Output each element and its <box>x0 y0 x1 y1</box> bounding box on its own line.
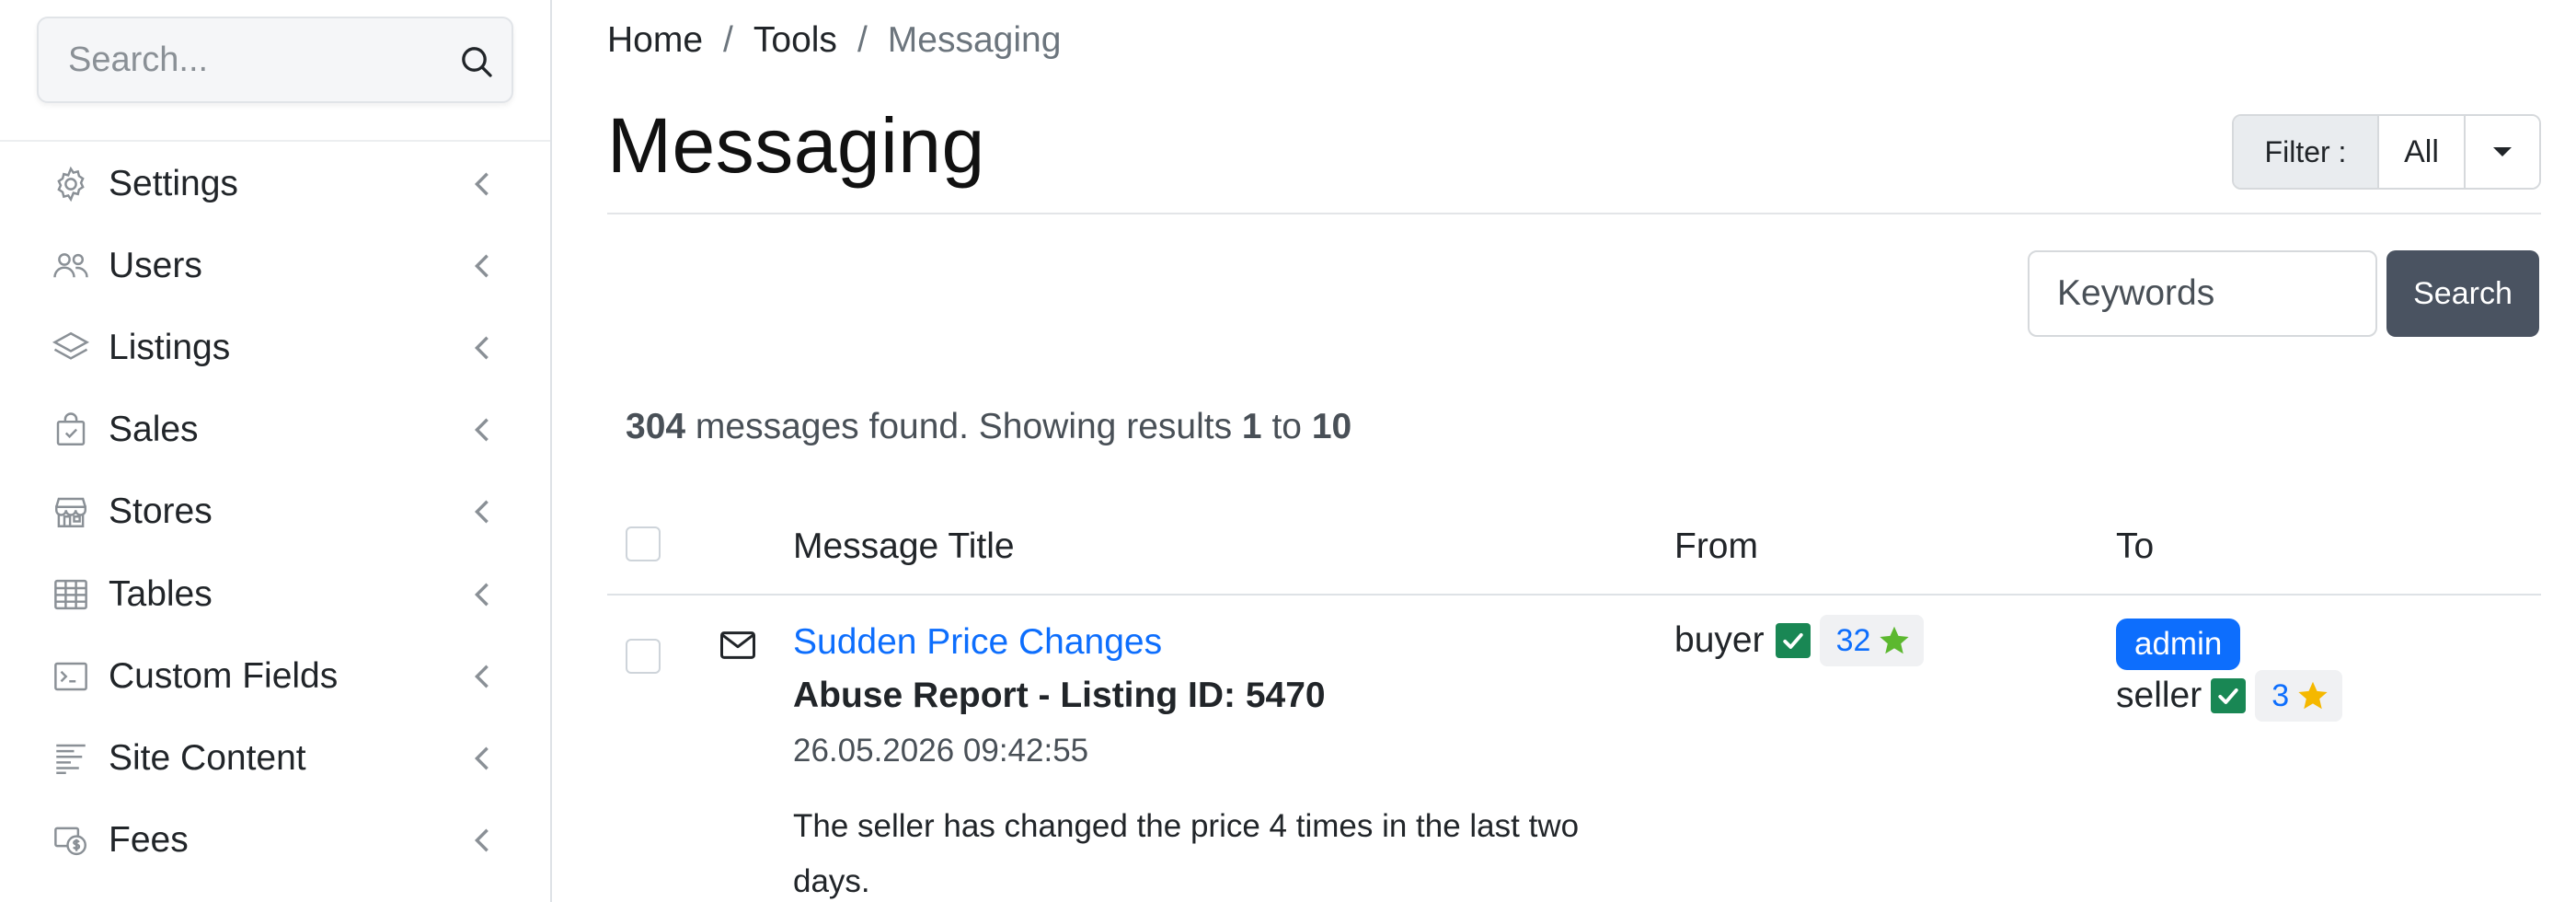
column-header-to[interactable]: To <box>2116 526 2154 567</box>
sidebar: Settings Users Listings Sales <box>0 0 552 902</box>
message-title-link[interactable]: Sudden Price Changes <box>793 622 1162 663</box>
sidebar-item-label: Sales <box>109 410 199 450</box>
sidebar-item-label: Fees <box>109 820 189 861</box>
layers-icon <box>52 331 90 360</box>
text-lines-icon <box>56 744 86 774</box>
from-rating-badge[interactable]: 32 <box>1819 615 1925 666</box>
store-icon <box>55 498 86 528</box>
terminal-icon <box>54 662 87 690</box>
breadcrumb-separator: / <box>857 20 868 60</box>
sidebar-item-label: Users <box>109 245 202 285</box>
results-from: 1 <box>1241 407 1262 446</box>
chevron-left-icon <box>474 254 489 278</box>
column-header-from[interactable]: From <box>1674 526 1758 567</box>
table-icon <box>54 579 87 609</box>
chevron-left-icon <box>474 828 489 852</box>
sidebar-item-site-content[interactable]: Site Content <box>0 717 550 799</box>
filter-label: Filter : <box>2234 116 2379 188</box>
sidebar-item-label: Tables <box>109 573 213 614</box>
breadcrumb-current: Messaging <box>887 20 1062 60</box>
search-icon[interactable] <box>458 43 495 80</box>
sidebar-item-label: Custom Fields <box>109 655 339 696</box>
sidebar-item-sales[interactable]: Sales <box>0 389 550 471</box>
results-to-word: to <box>1271 407 1302 446</box>
to-rating-value: 3 <box>2271 677 2290 713</box>
chevron-left-icon <box>474 746 489 770</box>
search-button[interactable]: Search <box>2386 250 2539 337</box>
results-summary: 304 messages found. Showing results 1 to… <box>626 407 1351 447</box>
message-to: seller 3 <box>2116 670 2343 722</box>
message-from: buyer 32 <box>1674 615 1925 666</box>
filter-dropdown: Filter : All <box>2232 114 2541 190</box>
star-icon <box>2298 681 2328 710</box>
to-username[interactable]: seller <box>2116 676 2202 716</box>
table-header-divider <box>607 594 2541 596</box>
sidebar-search-input[interactable] <box>40 20 436 99</box>
sidebar-item-label: Settings <box>109 163 238 203</box>
column-header-title[interactable]: Message Title <box>793 526 1015 567</box>
title-divider <box>607 213 2541 214</box>
breadcrumb-separator: / <box>723 20 733 60</box>
to-rating-badge[interactable]: 3 <box>2255 670 2343 722</box>
chevron-left-icon <box>474 336 489 360</box>
message-body: The seller has changed the price 4 times… <box>793 808 1580 899</box>
breadcrumb: Home / Tools / Messaging <box>607 20 1061 61</box>
sidebar-nav: Settings Users Listings Sales Stores Tab… <box>0 143 550 882</box>
sidebar-item-label: Stores <box>109 491 213 532</box>
breadcrumb-tools[interactable]: Tools <box>753 20 837 61</box>
chevron-left-icon <box>474 665 489 688</box>
shopping-bag-icon <box>56 412 86 446</box>
gear-icon <box>57 166 85 202</box>
sidebar-item-tables[interactable]: Tables <box>0 553 550 635</box>
sidebar-item-fees[interactable]: Fees <box>0 800 550 882</box>
from-rating-value: 32 <box>1835 622 1871 658</box>
chevron-left-icon <box>474 418 489 442</box>
sidebar-item-label: Site Content <box>109 737 306 778</box>
row-checkbox[interactable] <box>626 639 661 674</box>
filter-toggle-button[interactable] <box>2466 116 2539 188</box>
sidebar-divider <box>0 140 550 142</box>
verified-check-icon <box>1775 623 1811 658</box>
sidebar-item-listings[interactable]: Listings <box>0 306 550 388</box>
filter-value[interactable]: All <box>2379 116 2466 188</box>
sidebar-item-stores[interactable]: Stores <box>0 471 550 553</box>
envelope-icon <box>720 631 755 659</box>
fees-icon <box>54 827 86 856</box>
results-to: 10 <box>1311 407 1352 446</box>
sidebar-item-custom-fields[interactable]: Custom Fields <box>0 635 550 717</box>
users-icon <box>53 252 88 278</box>
results-text: messages found. Showing results <box>695 407 1233 446</box>
chevron-left-icon <box>474 172 489 196</box>
breadcrumb-home[interactable]: Home <box>607 20 703 61</box>
sidebar-item-label: Listings <box>109 327 231 367</box>
message-date: 26.05.2026 09:42:55 <box>793 733 1089 769</box>
page-title: Messaging <box>607 102 985 189</box>
select-all-checkbox[interactable] <box>626 526 661 561</box>
caret-down-icon <box>2493 147 2512 156</box>
results-total: 304 <box>626 407 686 446</box>
sidebar-item-settings[interactable]: Settings <box>0 143 550 225</box>
from-username[interactable]: buyer <box>1674 620 1765 661</box>
verified-check-icon <box>2211 678 2247 713</box>
to-admin-badge[interactable]: admin <box>2116 619 2241 670</box>
sidebar-search <box>37 17 513 103</box>
star-icon <box>1880 626 1909 654</box>
keywords-input[interactable] <box>2028 250 2377 337</box>
chevron-left-icon <box>474 500 489 524</box>
sidebar-item-users[interactable]: Users <box>0 225 550 306</box>
chevron-left-icon <box>474 583 489 606</box>
message-subject: Abuse Report - Listing ID: 5470 <box>793 676 1326 715</box>
